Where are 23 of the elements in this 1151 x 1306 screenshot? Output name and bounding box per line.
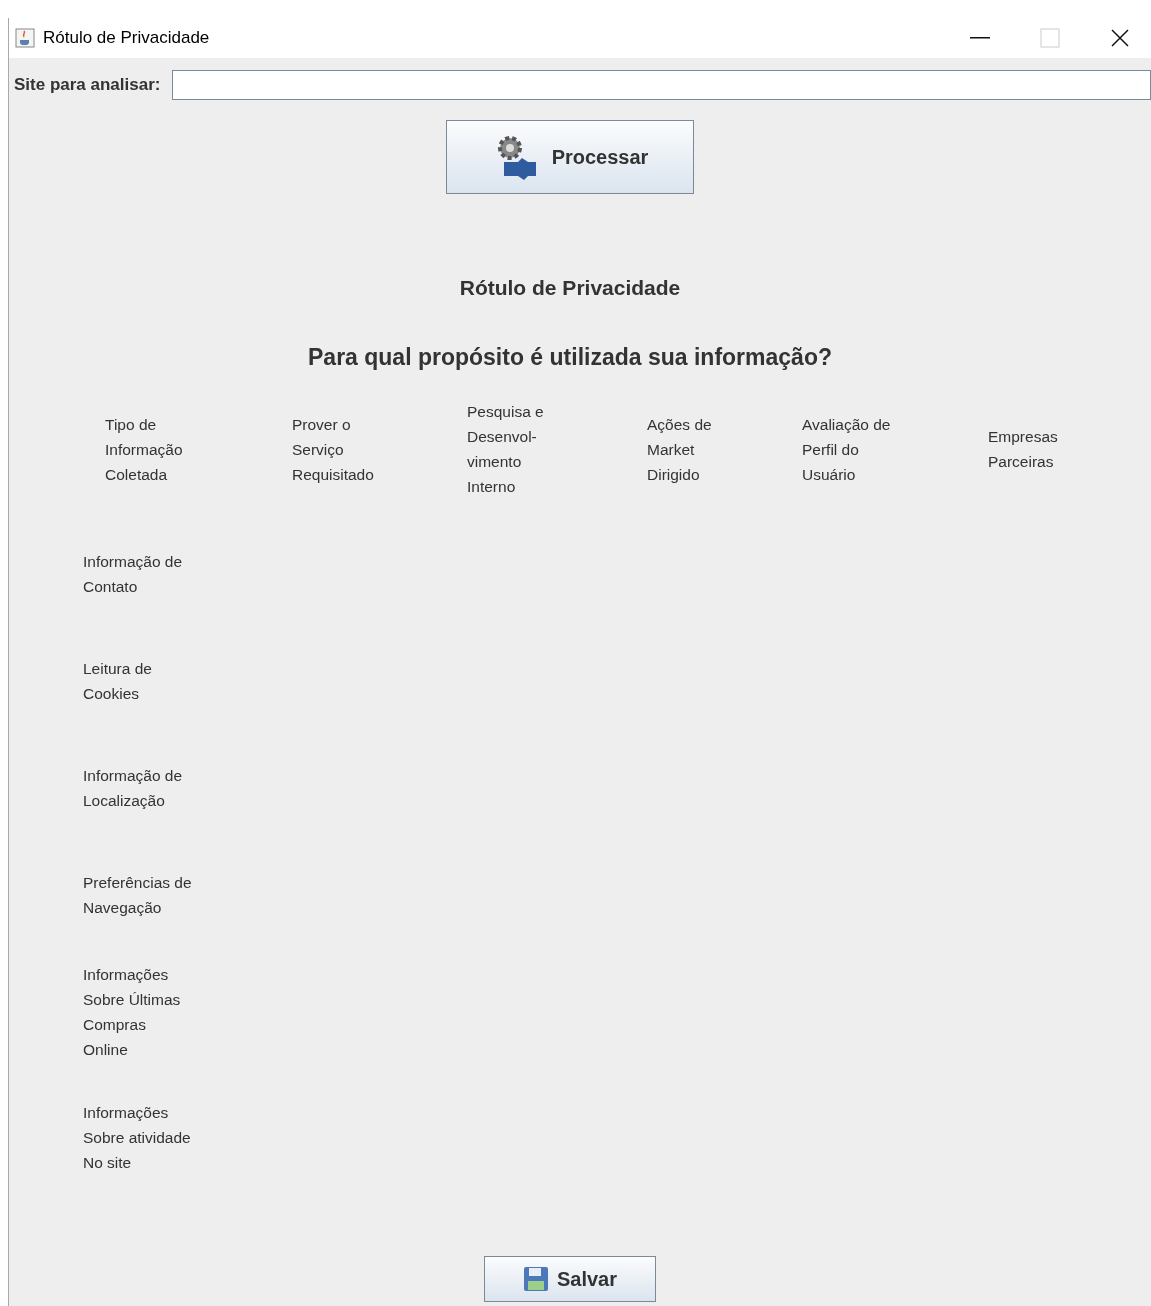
row-label: Informação de Contato: [83, 553, 183, 595]
row-label: Informação de Localização: [83, 767, 183, 809]
close-icon: [1110, 28, 1130, 48]
column-header: Empresas Parceiras: [988, 427, 1059, 472]
column-header: Tipo de Informação Coletada: [105, 414, 184, 485]
label-title: Rótulo de Privacidade: [458, 276, 682, 300]
site-label: Site para analisar:: [14, 75, 161, 95]
column-header: Prover o Serviço Requisitado: [292, 414, 375, 485]
site-input-field[interactable]: [172, 70, 1151, 100]
save-button[interactable]: Salvar: [484, 1256, 656, 1302]
window-title: Rótulo de Privacidade: [43, 28, 211, 48]
column-header: Avaliação de Perfil do Usuário: [802, 414, 892, 485]
minimize-icon: [970, 37, 990, 39]
row-label: Informações Sobre Últimas Compras Online: [83, 966, 181, 1058]
column-header: Pesquisa e Desenvol- vimento Interno: [467, 402, 545, 497]
row-label: Informações Sobre atividade No site: [83, 1104, 191, 1171]
process-button[interactable]: Processar: [446, 120, 694, 194]
row-label: Leitura de Cookies: [83, 660, 152, 702]
row-label: Preferências de Navegação: [83, 874, 192, 916]
java-cup-icon: [15, 28, 35, 48]
question-heading: Para qual propósito é utilizada sua informação?: [307, 344, 833, 371]
maximize-icon: [1040, 28, 1060, 48]
column-header: Ações de Market Dirigido: [647, 414, 713, 485]
